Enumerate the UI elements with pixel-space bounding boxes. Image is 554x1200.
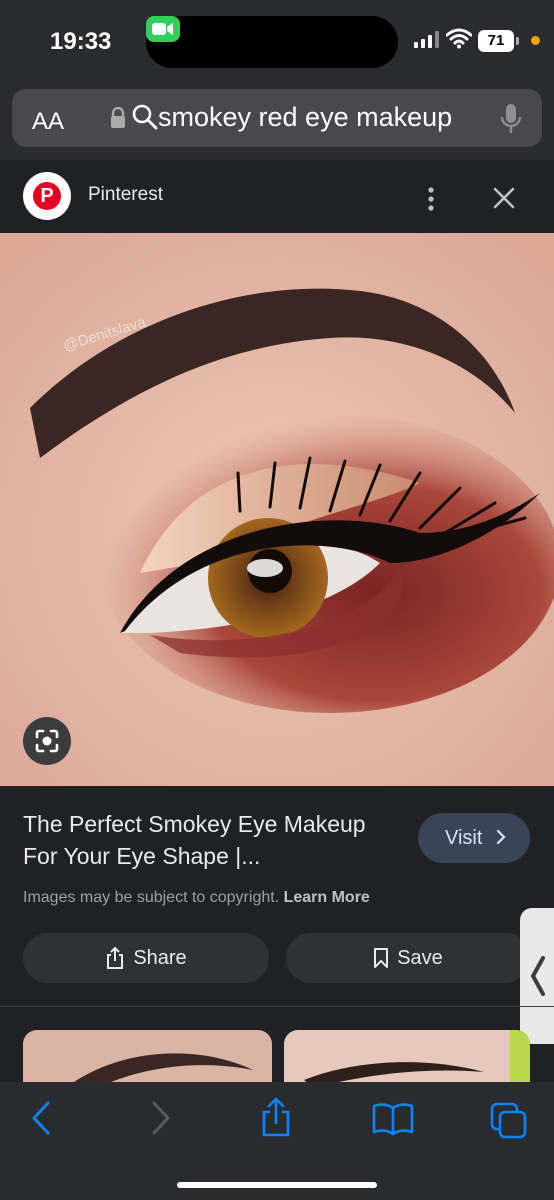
bookmarks-icon[interactable] (372, 1102, 414, 1136)
share-icon[interactable] (259, 1096, 293, 1138)
chevron-right-icon (496, 829, 506, 845)
related-image-1[interactable] (23, 1030, 272, 1090)
result-title[interactable]: The Perfect Smokey Eye Makeup For Your E… (23, 808, 393, 872)
address-bar-container: AA smokey red eye makeup (0, 82, 554, 160)
save-label: Save (397, 946, 443, 969)
lock-icon (111, 107, 125, 128)
status-time: 19:33 (50, 28, 112, 55)
chevron-left-icon (530, 956, 545, 996)
dynamic-island[interactable] (146, 16, 398, 68)
search-icon (132, 104, 158, 130)
wifi-icon (446, 28, 472, 49)
pinterest-logo-icon: P (23, 172, 71, 220)
tabs-icon[interactable] (490, 1102, 528, 1140)
home-indicator (177, 1182, 377, 1188)
lens-icon (35, 729, 59, 753)
learn-more-link[interactable]: Learn More (284, 889, 370, 906)
visit-button[interactable]: Visit (418, 813, 530, 863)
divider (0, 1006, 554, 1007)
battery-tip (516, 37, 519, 45)
visit-label: Visit (445, 827, 483, 849)
close-icon[interactable] (492, 186, 516, 210)
search-query-text[interactable]: smokey red eye makeup (158, 102, 452, 133)
copyright-notice: Images may be subject to copyright. Lear… (23, 889, 370, 907)
text-size-label: AA (32, 108, 65, 135)
bookmark-icon (374, 948, 389, 968)
related-image-2[interactable] (284, 1030, 530, 1090)
facetime-camera-icon[interactable] (146, 16, 180, 42)
forward-icon[interactable] (150, 1100, 172, 1136)
related-image-2-art (304, 1030, 530, 1090)
lens-button[interactable] (23, 717, 71, 765)
text-size-button[interactable]: AA (32, 105, 64, 136)
battery-icon: 71 (478, 30, 514, 52)
save-button[interactable]: Save (286, 933, 530, 983)
status-bar: 19:33 71 (0, 0, 554, 82)
related-image-1-art (63, 1053, 253, 1090)
privacy-dot-icon (531, 36, 540, 45)
share-label: Share (133, 946, 187, 969)
eye-makeup-illustration: @Denitslava (0, 233, 554, 786)
share-icon (107, 946, 124, 969)
share-button[interactable]: Share (23, 933, 269, 983)
source-name[interactable]: Pinterest (88, 184, 163, 206)
source-header: P Pinterest (0, 160, 554, 233)
signal-bars-icon (414, 31, 439, 48)
copyright-text: Images may be subject to copyright. (23, 889, 280, 906)
result-image[interactable]: @Denitslava (0, 233, 554, 786)
microphone-icon[interactable] (500, 103, 522, 135)
more-vertical-icon[interactable] (424, 186, 438, 212)
address-bar[interactable]: AA smokey red eye makeup (12, 89, 542, 147)
back-icon[interactable] (30, 1100, 52, 1136)
side-panel-handle[interactable] (520, 908, 554, 1044)
